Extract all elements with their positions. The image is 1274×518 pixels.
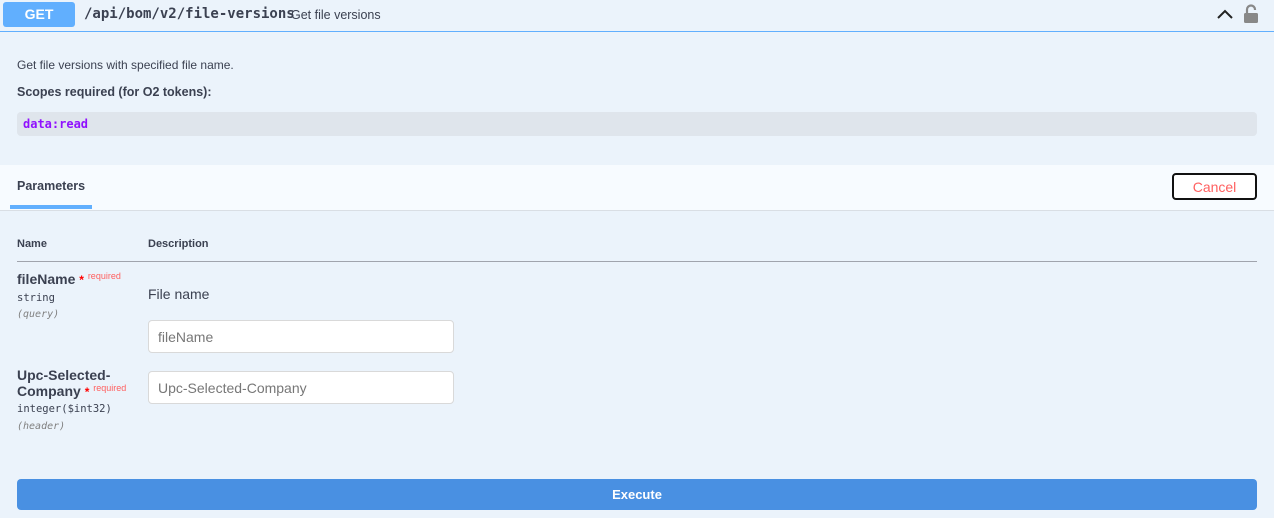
execute-button[interactable]: Execute [17,479,1257,510]
method-badge: GET [3,2,75,27]
operation-header[interactable]: GET /api/bom/v2/file-versions Get file v… [0,0,1274,32]
param-description: File name [148,286,210,302]
param-name: Upc-Selected- Company * required [17,367,126,400]
param-location: (query) [17,309,60,320]
scope-box: data:read [17,112,1257,136]
param-name: fileName * required [17,271,121,288]
tab-underline [10,205,92,209]
param-location: (header) [17,421,66,432]
required-label: required [93,383,127,393]
required-label: required [87,271,121,281]
param-name-text: fileName [17,271,76,287]
scope-value: data:read [23,117,89,131]
param-name-line1: Upc-Selected- [17,367,111,383]
divider [17,261,1257,262]
chevron-up-icon[interactable] [1215,6,1235,22]
cancel-button[interactable]: Cancel [1172,173,1257,200]
required-star: * [79,273,84,287]
param-type: integer($int32) [17,403,112,415]
required-star: * [84,385,90,399]
param-type: string [17,292,55,304]
tab-parameters[interactable]: Parameters [17,179,85,193]
upc-selected-company-input[interactable] [148,371,454,404]
operation-summary: Get file versions [291,8,381,22]
column-header-name: Name [17,238,47,250]
unlocked-icon[interactable] [1243,4,1259,24]
operation-path: /api/bom/v2/file-versions [84,6,295,22]
column-header-description: Description [148,238,209,250]
operation-description: Get file versions with specified file na… [17,58,234,72]
scopes-label: Scopes required (for O2 tokens): [17,85,212,99]
param-name-line2: Company [17,383,81,399]
filename-input[interactable] [148,320,454,353]
parameters-bar: Parameters Cancel [0,165,1274,211]
